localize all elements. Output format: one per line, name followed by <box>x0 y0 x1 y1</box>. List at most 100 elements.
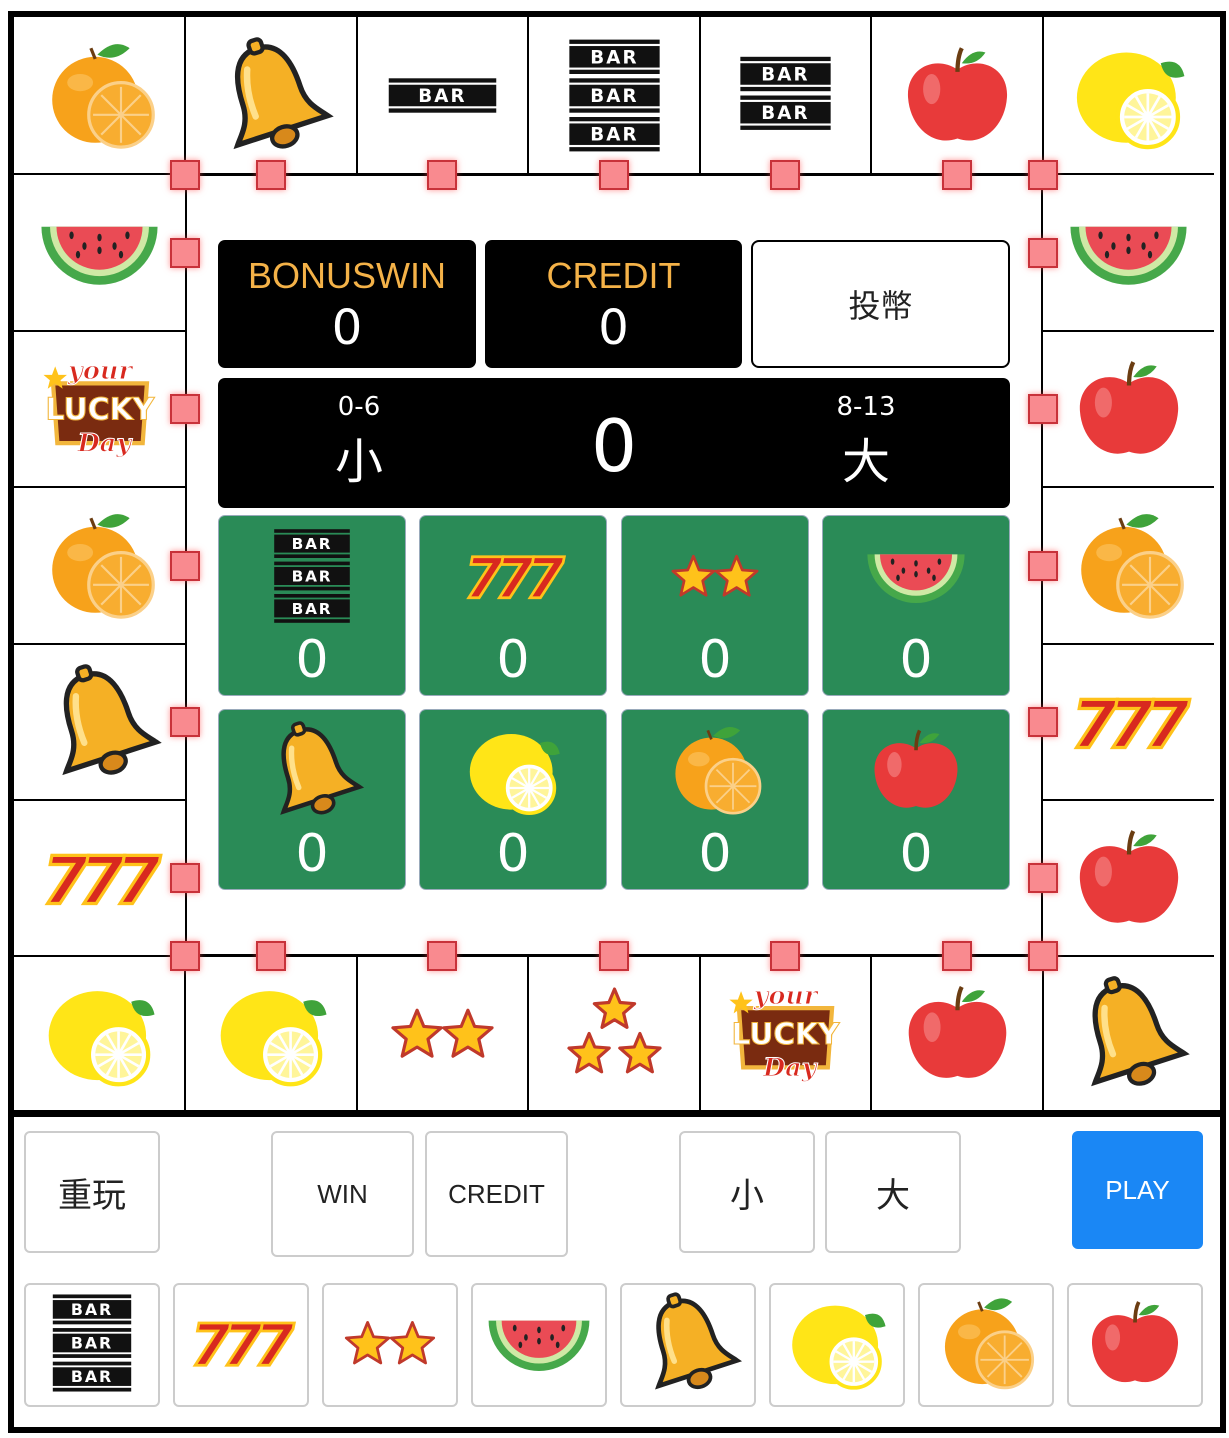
cell-divider <box>1043 955 1214 957</box>
apple-icon <box>893 31 1022 160</box>
credit-panel: CREDIT 0 <box>485 240 742 368</box>
light-marker <box>942 941 972 971</box>
light-marker <box>599 160 629 190</box>
lemon-icon <box>781 1287 893 1403</box>
apple-icon <box>894 970 1021 1097</box>
bet-slot-icon: 777 <box>420 522 606 634</box>
symbol-button-bell[interactable] <box>620 1283 756 1407</box>
lucky-day-logo: your LUCKY Day <box>36 345 164 473</box>
light-marker <box>170 863 200 893</box>
insert-coin-button[interactable]: 投幣 <box>751 240 1010 368</box>
bonuswin-panel: BONUSWIN 0 <box>218 240 476 368</box>
symbol-button-seven[interactable]: 777 <box>173 1283 309 1407</box>
board-cell-left-4: 777 <box>14 800 185 956</box>
big-label: 大 <box>841 434 890 490</box>
light-marker <box>1028 551 1058 581</box>
light-marker <box>1028 160 1058 190</box>
cell-divider <box>14 799 185 801</box>
light-marker <box>1028 707 1058 737</box>
cell-divider <box>14 486 185 488</box>
bet-slot-lemon: 0 <box>419 709 607 890</box>
svg-text:your: your <box>66 356 134 386</box>
board-cell-bottom-5 <box>871 956 1043 1111</box>
cell-divider <box>184 956 186 1111</box>
triple-seven-icon: 777 <box>36 814 164 942</box>
board-cell-top-2: BAR <box>357 17 528 174</box>
small-range: 0-6 <box>337 392 381 422</box>
board-cell-right-1 <box>1043 331 1214 487</box>
lemon-icon <box>1064 31 1193 160</box>
bet-slot-icon: BAR BAR BAR <box>219 522 405 634</box>
light-marker <box>427 160 457 190</box>
svg-text:BAR: BAR <box>71 1367 113 1386</box>
cell-divider <box>14 643 185 645</box>
board-cell-right-4 <box>1043 800 1214 956</box>
triple-seven-icon: 777 <box>185 1287 297 1403</box>
bet-slot-value: 0 <box>295 824 329 884</box>
triple-bar-icon: BAR BAR BAR <box>258 522 366 634</box>
svg-text:LUCKY: LUCKY <box>45 393 154 428</box>
bet-slot-seven: 7770 <box>419 515 607 696</box>
light-marker <box>599 941 629 971</box>
bet-slot-icon <box>823 716 1009 828</box>
triple-bar-icon: BAR BAR BAR <box>550 31 679 160</box>
bet-slot-icon <box>823 522 1009 634</box>
board-cell-right-2 <box>1043 487 1214 644</box>
result-value: 0 <box>591 404 637 488</box>
orange-icon <box>661 716 769 828</box>
apple-icon <box>862 716 970 828</box>
watermelon-icon <box>1064 188 1193 317</box>
light-marker <box>170 551 200 581</box>
board-cell-bottom-1 <box>185 956 357 1111</box>
symbol-button-lemon[interactable] <box>769 1283 905 1407</box>
svg-text:7: 7 <box>526 547 565 612</box>
board-cell-bottom-4: your LUCKY Day <box>700 956 871 1111</box>
cell-divider <box>1043 799 1214 801</box>
play-button[interactable]: PLAY <box>1072 1131 1203 1249</box>
board-cell-top-1 <box>185 17 357 174</box>
symbol-button-watermelon[interactable] <box>471 1283 607 1407</box>
symbol-button-star2[interactable] <box>322 1283 458 1407</box>
light-marker <box>170 394 200 424</box>
cell-divider <box>14 330 185 332</box>
board-cell-bottom-0 <box>14 956 185 1111</box>
symbol-button-apple[interactable] <box>1067 1283 1203 1407</box>
lucky-day-logo: your LUCKY Day <box>722 970 849 1097</box>
svg-text:BAR: BAR <box>761 103 810 124</box>
light-marker <box>427 941 457 971</box>
orange-icon <box>35 31 164 160</box>
watermelon-icon <box>483 1287 595 1403</box>
svg-text:BAR: BAR <box>71 1300 113 1319</box>
game-board: 777 777 your LUCKY Day your LUCKY Day BA… <box>14 17 1214 1111</box>
svg-text:BAR: BAR <box>761 64 810 85</box>
light-marker <box>770 160 800 190</box>
cell-divider <box>1043 486 1214 488</box>
small-bet-button[interactable]: 小 <box>679 1131 815 1253</box>
replay-button[interactable]: 重玩 <box>24 1131 160 1253</box>
three-stars-icon <box>551 970 678 1097</box>
board-cell-top-5 <box>871 17 1043 174</box>
bell-icon <box>632 1287 744 1403</box>
bell-icon <box>36 658 164 786</box>
symbol-button-orange[interactable] <box>918 1283 1054 1407</box>
board-cell-bottom-2 <box>357 956 528 1111</box>
bet-slot-watermelon: 0 <box>822 515 1010 696</box>
board-cell-left-0 <box>14 174 185 331</box>
orange-icon <box>35 501 164 630</box>
big-bet-button[interactable]: 大 <box>825 1131 961 1253</box>
cell-divider <box>184 17 186 174</box>
board-cell-left-1: your LUCKY Day <box>14 331 185 487</box>
credit-button[interactable]: CREDIT <box>425 1131 568 1257</box>
light-marker <box>942 160 972 190</box>
win-button[interactable]: WIN <box>271 1131 414 1257</box>
two-stars-icon <box>661 522 769 634</box>
big-small-panel: 0-6 小 0 8-13 大 <box>218 378 1010 508</box>
bell-icon <box>1065 970 1192 1097</box>
cell-divider <box>527 17 529 174</box>
board-cell-top-4: BAR BAR <box>700 17 871 174</box>
board-cell-right-3: 777 <box>1043 644 1214 800</box>
light-marker <box>1028 863 1058 893</box>
orange-icon <box>930 1287 1042 1403</box>
symbol-button-bar3[interactable]: BAR BAR BAR <box>24 1283 160 1407</box>
svg-text:BAR: BAR <box>590 125 639 146</box>
